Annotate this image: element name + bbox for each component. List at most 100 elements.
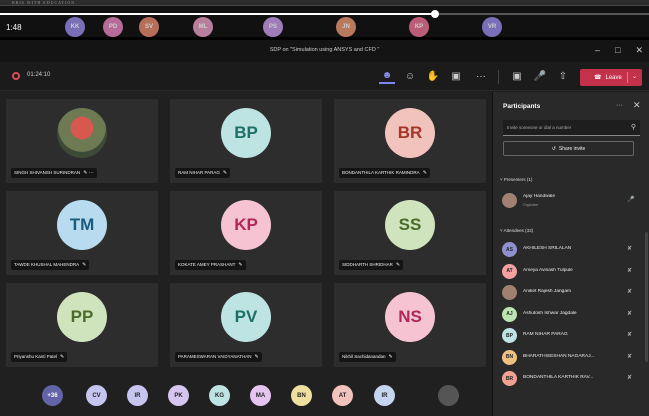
mic-icon[interactable]: 🎤: [532, 68, 548, 84]
avatar: AJ: [502, 306, 517, 322]
avatar: PP: [57, 292, 107, 342]
participant-tile[interactable]: SINGH SHIVANSH SURINDRAN ✎ ···: [6, 99, 158, 183]
participant-row[interactable]: BP RAM NIHAR PARAG ✘: [493, 326, 643, 346]
progress-knob[interactable]: [430, 10, 439, 18]
video-stage: SINGH SHIVANSH SURINDRAN ✎ ··· BP RAM NIHAR…: [0, 92, 492, 416]
video-banner: BRIS WITH EDUCATION: [0, 0, 649, 6]
pin-icon: ✎: [388, 354, 393, 360]
player-avatar: PS: [263, 17, 283, 37]
more-icon[interactable]: ···: [473, 68, 489, 84]
progress-bar[interactable]: [0, 10, 649, 18]
pin-icon: ✎: [60, 354, 65, 360]
player-avatar: KP: [409, 17, 429, 37]
participant-tile[interactable]: TM TAWDE KHUSHAL MAHENDRA ✎: [6, 191, 158, 275]
participant-row[interactable]: AS AKHILESH SRILALAN ✘: [493, 240, 643, 260]
mic-off-icon: ✘: [627, 310, 633, 317]
mic-off-icon: ✘: [627, 375, 633, 381]
avatar: [502, 193, 517, 208]
presenters-header[interactable]: ˅ Presenters (1): [500, 177, 532, 182]
pin-icon: ✎: [82, 262, 87, 268]
mic-off-icon: ✘: [627, 353, 633, 360]
phone-icon: ☎: [594, 75, 602, 81]
participant-tile[interactable]: NS Nikhil Sachidanandan ✎: [334, 283, 486, 367]
maximize-icon[interactable]: □: [615, 45, 620, 56]
participant-row[interactable]: Aniket Rajesh Jangam ✘: [493, 283, 643, 303]
avatar: SS: [385, 200, 435, 250]
participant-name: TAWDE KHUSHAL MAHENDRA: [14, 262, 80, 267]
avatar: BP: [502, 328, 517, 343]
participant-name: BONDANTHILA KARTHIK RAMINDRA: [342, 170, 420, 175]
participant-name: Ajay Handwale: [523, 194, 555, 199]
participant-tile[interactable]: BP RAM NIHAR PARAG ✎: [170, 99, 322, 183]
pin-icon: ✎: [222, 170, 228, 176]
panel-more-icon[interactable]: ···: [616, 102, 623, 109]
minimize-icon[interactable]: –: [595, 45, 600, 56]
participant-name: Nikhil Sachidanandan: [342, 354, 386, 359]
participant-name: Aniket Rajesh Jangam: [523, 289, 571, 294]
recording-icon: [12, 72, 20, 80]
mic-off-icon: ✘: [627, 332, 633, 338]
avatar: [502, 285, 517, 300]
leave-button[interactable]: ☎ Leave ⌄: [580, 69, 642, 86]
avatar[interactable]: BN: [291, 385, 312, 406]
participant-name: BHARATHISESHAN NAGARAJ...: [523, 353, 595, 359]
share-screen-icon[interactable]: ⇧: [555, 68, 571, 84]
avatar[interactable]: PK: [168, 385, 189, 406]
avatar[interactable]: KG: [209, 385, 230, 406]
participant-tile[interactable]: SS SIDDHARTH SHRIDHAR ✎: [334, 191, 486, 275]
scrollbar[interactable]: [645, 232, 648, 362]
overflow-count[interactable]: +36: [42, 385, 63, 406]
panel-title: Participants: [503, 103, 541, 110]
participant-row[interactable]: AJ Ashutosh Ishwar Jagdale ✘: [493, 305, 643, 325]
player-avatar: ML: [193, 17, 213, 37]
participant-name: RAM NIHAR PARAG: [523, 332, 568, 337]
leave-divider: [627, 72, 628, 83]
avatar[interactable]: [438, 385, 459, 406]
avatar[interactable]: IR: [127, 385, 148, 406]
banner-text: BRIS WITH EDUCATION: [12, 0, 76, 5]
avatar: BP: [221, 108, 271, 158]
participant-name-tag: PARAMESWARAN VAIDYANATHAN ✎: [175, 352, 262, 362]
invite-input[interactable]: Invite someone or dial a number ⚲: [503, 120, 640, 136]
pin-icon: ✎: [254, 354, 259, 360]
rooms-icon[interactable]: ▣: [448, 68, 464, 84]
participant-tile[interactable]: PP Priyanshu Kanti Patel ✎: [6, 283, 158, 367]
close-icon[interactable]: ✕: [633, 100, 641, 111]
participant-name: Ashutosh Ishwar Jagdale: [523, 310, 577, 316]
avatar: BR: [385, 108, 435, 158]
participant-name: BONDANTHILA KARTHIK RAV...: [523, 375, 594, 380]
participant-row[interactable]: BR BONDANTHILA KARTHIK RAV... ✘: [493, 369, 643, 389]
window-title: SDP on "Simulation using ANSYS and CFD ": [269, 47, 380, 53]
camera-icon[interactable]: ▣: [509, 68, 525, 84]
participant-name: PARAMESWARAN VAIDYANATHAN: [178, 354, 252, 359]
raise-hand-icon[interactable]: ✋: [425, 68, 441, 84]
participant-row[interactable]: BN BHARATHISESHAN NAGARAJ... ✘: [493, 348, 643, 368]
participant-tile[interactable]: BR BONDANTHILA KARTHIK RAMINDRA ✎: [334, 99, 486, 183]
avatar: TM: [57, 200, 107, 250]
avatar: BN: [502, 349, 517, 365]
chevron-down-icon[interactable]: ⌄: [632, 73, 637, 80]
participant-tile[interactable]: PV PARAMESWARAN VAIDYANATHAN ✎: [170, 283, 322, 367]
close-icon[interactable]: ✕: [635, 45, 643, 56]
window-controls: – □ ✕: [595, 45, 643, 56]
avatar: PV: [221, 292, 271, 342]
avatar[interactable]: AT: [332, 385, 353, 406]
title-bar: SDP on "Simulation using ANSYS and CFD "…: [0, 40, 649, 62]
avatar[interactable]: IR: [374, 385, 395, 406]
share-invite-button[interactable]: ↺ Share invite: [503, 141, 634, 156]
chat-icon[interactable]: ☺: [402, 68, 418, 84]
participant-row[interactable]: AT Ameya Avinash Tulpule ✘: [493, 262, 643, 282]
attendees-header[interactable]: ˅ Attendees (33): [500, 228, 533, 233]
avatar[interactable]: CV: [86, 385, 107, 406]
share-label: Share invite: [558, 145, 586, 152]
share-icon: ↺: [551, 145, 556, 152]
video-player[interactable]: BRIS WITH EDUCATION 1:48 KK PD SV ML PS JN KP V…: [0, 0, 649, 37]
avatar[interactable]: MA: [250, 385, 271, 406]
participant-tile[interactable]: KP KOKATE AMEY PRASHANT ✎: [170, 191, 322, 275]
participants-icon[interactable]: ☻: [379, 68, 395, 84]
participant-name-tag: Nikhil Sachidanandan ✎: [339, 352, 396, 362]
avatar: BR: [502, 371, 517, 386]
toolbar-divider: [498, 70, 499, 84]
participant-row[interactable]: Organizer Ajay Handwale 🎤: [493, 191, 643, 211]
participant-name: KOKATE AMEY PRASHANT: [178, 262, 236, 267]
